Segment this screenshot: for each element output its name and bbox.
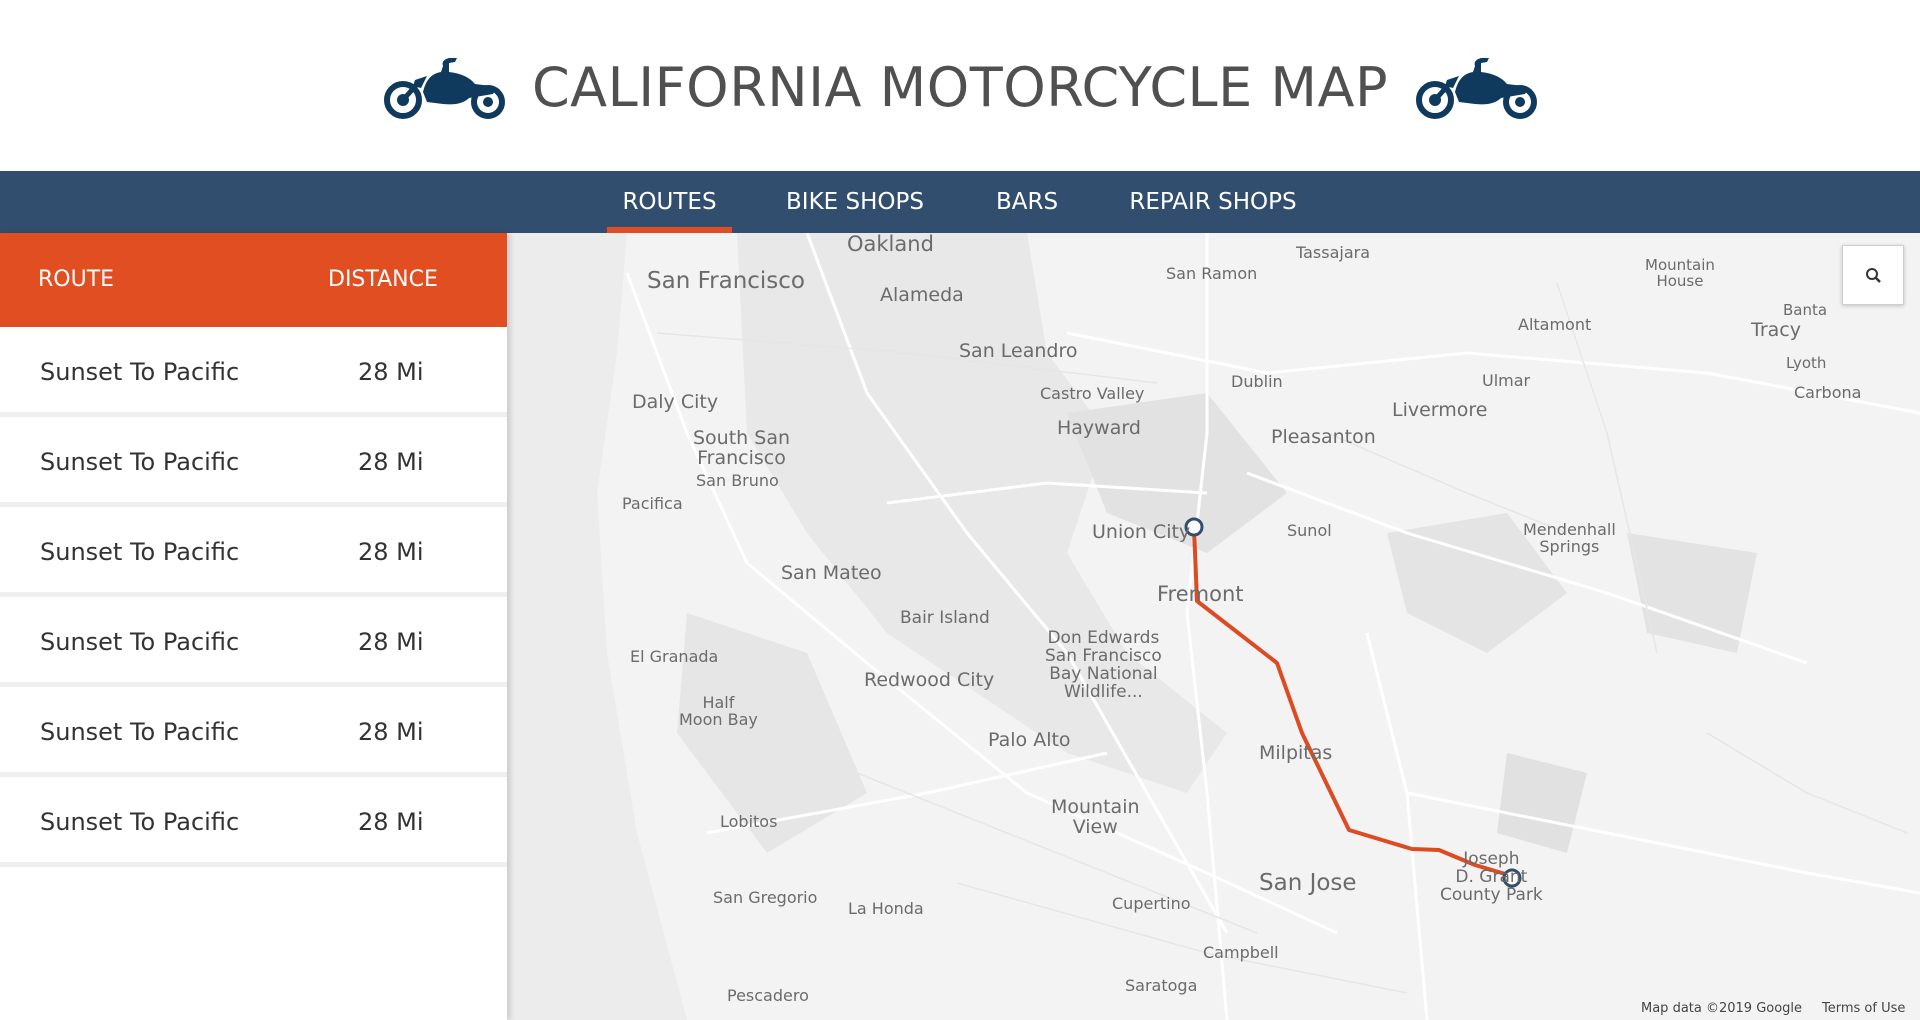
route-row[interactable]: Sunset To Pacific 28 Mi bbox=[0, 777, 507, 867]
terms-of-use-link[interactable]: Terms of Use bbox=[1822, 1001, 1905, 1016]
map-label: Lyoth bbox=[1786, 354, 1827, 372]
distance-column-header: DISTANCE bbox=[328, 267, 438, 292]
map-label: Ulmar bbox=[1482, 371, 1531, 390]
main-nav: ROUTES BIKE SHOPS BARS REPAIR SHOPS bbox=[0, 171, 1920, 233]
map-label: Tassajara bbox=[1296, 243, 1371, 262]
map-label: El Granada bbox=[630, 647, 719, 666]
map-label: Pleasanton bbox=[1271, 426, 1376, 448]
map-label: Joseph D. Grant County Park bbox=[1440, 849, 1543, 905]
map-label: Mountain View bbox=[1051, 796, 1140, 838]
route-name: Sunset To Pacific bbox=[40, 808, 240, 836]
map-label: Dublin bbox=[1231, 372, 1283, 391]
nav-tab-bike-shops[interactable]: BIKE SHOPS bbox=[776, 171, 934, 233]
route-distance: 28 Mi bbox=[358, 628, 424, 656]
map-label: South San Francisco bbox=[693, 427, 791, 469]
map-label: Pacifica bbox=[622, 494, 683, 513]
search-icon bbox=[1866, 268, 1881, 283]
map-label: Hayward bbox=[1057, 417, 1141, 439]
map-label: Mendenhall Springs bbox=[1523, 520, 1616, 556]
route-name: Sunset To Pacific bbox=[40, 628, 240, 656]
nav-tab-repair-shops[interactable]: REPAIR SHOPS bbox=[1120, 171, 1306, 233]
map-label: Alameda bbox=[880, 284, 964, 306]
map-label: Redwood City bbox=[864, 669, 995, 691]
map-label: Livermore bbox=[1392, 399, 1488, 421]
map-view[interactable]: Oakland San Francisco Alameda San Leandr… bbox=[507, 233, 1920, 1020]
map-label: San Leandro bbox=[959, 340, 1078, 362]
map-label: Pescadero bbox=[727, 986, 809, 1005]
map-label: Carbona bbox=[1794, 383, 1862, 402]
map-label: Campbell bbox=[1203, 943, 1279, 962]
map-label: Lobitos bbox=[720, 812, 778, 831]
map-label: Altamont bbox=[1518, 315, 1592, 334]
map-search-button[interactable] bbox=[1842, 245, 1904, 305]
map-label: Tracy bbox=[1751, 319, 1801, 341]
map-label: Half Moon Bay bbox=[679, 693, 758, 729]
route-column-header: ROUTE bbox=[38, 267, 115, 292]
route-distance: 28 Mi bbox=[358, 718, 424, 746]
motorcycle-icon bbox=[1416, 58, 1537, 119]
route-distance: 28 Mi bbox=[358, 538, 424, 566]
route-row[interactable]: Sunset To Pacific 28 Mi bbox=[0, 597, 507, 687]
map-label: San Francisco bbox=[647, 268, 806, 294]
route-row[interactable]: Sunset To Pacific 28 Mi bbox=[0, 417, 507, 507]
map-label: Palo Alto bbox=[988, 729, 1071, 751]
nav-tab-bars[interactable]: BARS bbox=[988, 171, 1066, 233]
map-label: Fremont bbox=[1157, 582, 1244, 606]
map-label: San Ramon bbox=[1166, 264, 1258, 283]
route-row[interactable]: Sunset To Pacific 28 Mi bbox=[0, 507, 507, 597]
route-name: Sunset To Pacific bbox=[40, 448, 240, 476]
map-label: Sunol bbox=[1287, 521, 1332, 540]
title-bar: CALIFORNIA MOTORCYCLE MAP bbox=[0, 40, 1920, 140]
route-name: Sunset To Pacific bbox=[40, 718, 240, 746]
map-label: Cupertino bbox=[1112, 894, 1191, 913]
map-label: Don Edwards San Francisco Bay National W… bbox=[1045, 628, 1162, 702]
map-label: Banta bbox=[1783, 301, 1828, 319]
page-title: CALIFORNIA MOTORCYCLE MAP bbox=[531, 56, 1389, 119]
route-row[interactable]: Sunset To Pacific 28 Mi bbox=[0, 687, 507, 777]
map-label: Oakland bbox=[847, 233, 934, 256]
route-distance: 28 Mi bbox=[358, 358, 424, 386]
map-attribution: Map data ©2019 Google bbox=[1641, 1001, 1803, 1016]
map-label: Castro Valley bbox=[1040, 384, 1145, 403]
map-label: San Gregorio bbox=[713, 888, 818, 907]
site-header: CALIFORNIA MOTORCYCLE MAP bbox=[0, 0, 1920, 171]
routes-table-header: ROUTE DISTANCE bbox=[0, 233, 507, 327]
map-label: Bair Island bbox=[900, 608, 990, 628]
map-label: Daly City bbox=[632, 391, 719, 413]
route-distance: 28 Mi bbox=[358, 448, 424, 476]
routes-sidebar: ROUTE DISTANCE Sunset To Pacific 28 Mi S… bbox=[0, 233, 507, 1020]
map-label: La Honda bbox=[848, 899, 924, 918]
route-distance: 28 Mi bbox=[358, 808, 424, 836]
map-label: San Mateo bbox=[781, 562, 882, 584]
map-label: San Bruno bbox=[696, 471, 779, 490]
route-name: Sunset To Pacific bbox=[40, 538, 240, 566]
map-label: San Jose bbox=[1259, 870, 1357, 896]
nav-tab-routes[interactable]: ROUTES bbox=[607, 171, 732, 233]
route-row[interactable]: Sunset To Pacific 28 Mi bbox=[0, 327, 507, 417]
motorcycle-icon bbox=[384, 58, 505, 119]
map-label: Milpitas bbox=[1259, 742, 1333, 764]
map-label: Union City bbox=[1092, 521, 1191, 543]
route-name: Sunset To Pacific bbox=[40, 358, 240, 386]
map-label: Mountain House bbox=[1645, 256, 1715, 290]
map-label: Saratoga bbox=[1125, 976, 1198, 995]
